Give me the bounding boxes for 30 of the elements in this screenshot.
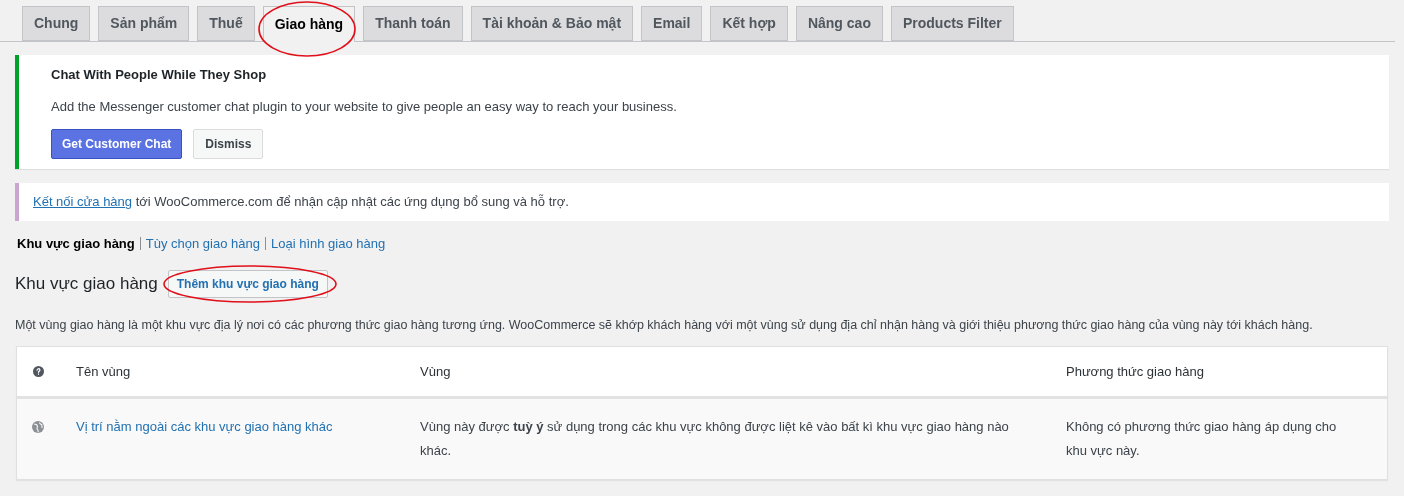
column-header: Vùng	[420, 363, 451, 381]
tab[interactable]: Thuế	[197, 6, 255, 41]
column-header: Tên vùng	[76, 363, 131, 381]
get-customer-chat-button[interactable]: Get Customer Chat	[51, 129, 183, 159]
zone-name-link[interactable]: Vị trí nằm ngoài các khu vực giao hàng khác	[76, 415, 333, 440]
tab[interactable]: Giao hàng	[262, 6, 356, 42]
connect-notice-text: Kết nối cửa hàng tới WooCommerce.com để nhận cập nhật các ứng dụng bổ sung và hỗ trợ.	[33, 193, 569, 212]
tab[interactable]: Email	[641, 6, 703, 41]
help-icon	[33, 366, 44, 378]
tab[interactable]: Tài khoản & Bảo mật	[470, 6, 634, 41]
notice-title: Chat With People While They Shop	[51, 66, 268, 84]
tab[interactable]: Products Filter	[890, 6, 1014, 41]
tab[interactable]: Sản phẩm	[98, 6, 190, 41]
section-heading: Khu vực giao hàng	[15, 272, 158, 295]
section-description: Một vùng giao hàng là một khu vực địa lý nơi có các phương thức giao hàng tương ứng. WooCommerce sẽ khớp khách hàng với một vùng sử dụng địa chỉ nhận hàng và giới thiệu phương thức giao hàng của vùng này tới khách hàng.	[15, 316, 1314, 334]
zone-region-text: Vùng này được tuỳ ý sử dụng trong các khu vực không được liệt kê vào bất kì khu vực giao hàng nào khác.	[420, 418, 1010, 461]
subnav-link[interactable]: Tùy chọn giao hàng	[145, 234, 260, 254]
connect-store-link[interactable]: Kết nối cửa hàng	[33, 194, 133, 210]
tab[interactable]: Kết hợp	[710, 6, 788, 41]
notice-text: Add the Messenger customer chat plugin to your website to give people an easy way to reach your business.	[51, 97, 678, 116]
subnav-link[interactable]: Loại hình giao hàng	[270, 234, 386, 254]
subnav-link[interactable]: Khu vực giao hàng	[17, 234, 135, 254]
dismiss-button[interactable]: Dismiss	[193, 129, 264, 159]
add-zone-button[interactable]: Thêm khu vực giao hàng	[167, 269, 328, 298]
zone-methods-text: Không có phương thức giao hàng áp dụng cho khu vực này.	[1066, 418, 1338, 461]
tab[interactable]: Nâng cao	[795, 6, 883, 41]
column-header: Phương thức giao hàng	[1066, 363, 1204, 381]
tab[interactable]: Chung	[22, 6, 91, 41]
globe-icon	[32, 421, 44, 434]
tab[interactable]: Thanh toán	[363, 6, 463, 41]
